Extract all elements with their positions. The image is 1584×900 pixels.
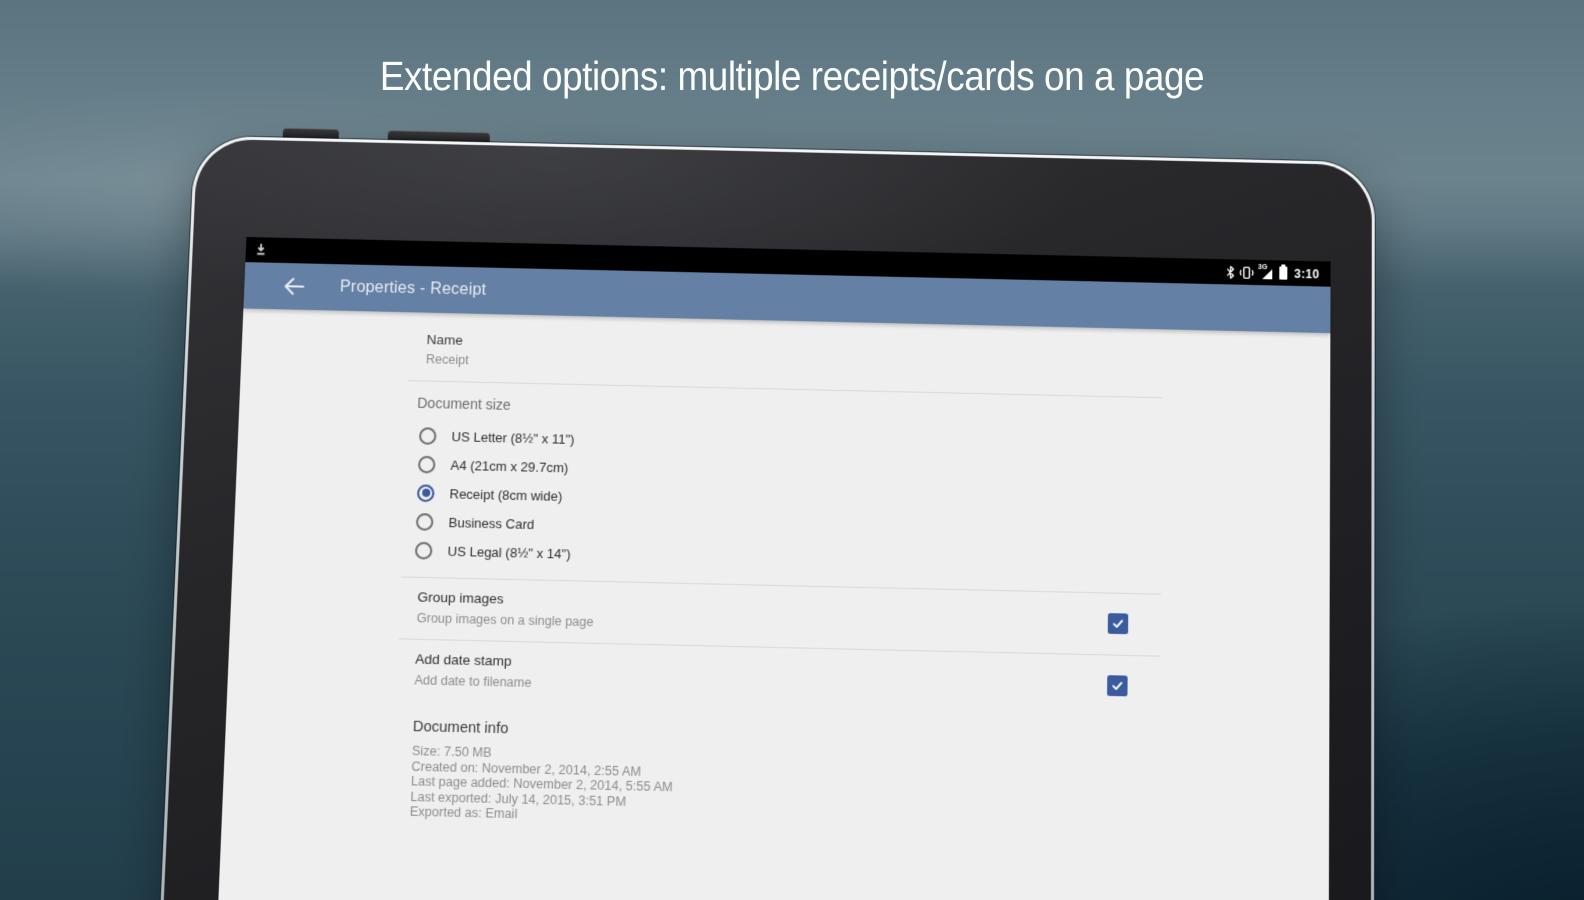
download-icon: [255, 242, 268, 257]
radio-selected-icon: [417, 484, 435, 502]
divider: [408, 380, 1163, 398]
radio-icon: [419, 427, 437, 445]
tablet-rim: 3G 3:10: [159, 136, 1375, 900]
status-clock: 3:10: [1294, 266, 1319, 281]
pref-subtitle: Group images on a single page: [416, 611, 593, 629]
vibrate-icon: [1239, 265, 1254, 279]
battery-icon: [1279, 266, 1287, 279]
pref-title: Group images: [417, 589, 594, 608]
status-icons: 3G 3:10: [1226, 264, 1320, 281]
tablet-screen: 3G 3:10: [216, 237, 1330, 900]
tablet-device: 3G 3:10: [159, 125, 1375, 900]
radio-icon: [416, 513, 434, 531]
pref-text: Add date stamp Add date to filename: [414, 651, 532, 690]
pref-text: Group images Group images on a single pa…: [416, 589, 594, 629]
marketing-background: Extended options: multiple receipts/card…: [0, 0, 1584, 900]
radio-icon: [418, 455, 436, 473]
page-title: Properties - Receipt: [340, 278, 487, 299]
checkbox-checked-icon[interactable]: [1107, 675, 1128, 696]
pref-title: Add date stamp: [415, 651, 532, 669]
checkbox-checked-icon[interactable]: [1108, 613, 1129, 634]
tablet-bezel: 3G 3:10: [162, 139, 1371, 900]
radio-icon: [415, 541, 433, 559]
signal-triangle: [1262, 269, 1272, 279]
network-3g-icon: 3G: [1258, 265, 1273, 280]
pref-subtitle: Add date to filename: [414, 673, 531, 690]
arrow-left-icon: [283, 277, 305, 296]
hero-title: Extended options: multiple receipts/card…: [79, 54, 1505, 99]
bluetooth-icon: [1226, 265, 1235, 279]
settings-content: Name Receipt Document size US Letter (8½…: [216, 308, 1330, 900]
document-info-section: Document info Size: 7.50 MB Created on: …: [392, 701, 1160, 837]
back-button[interactable]: [273, 266, 315, 307]
